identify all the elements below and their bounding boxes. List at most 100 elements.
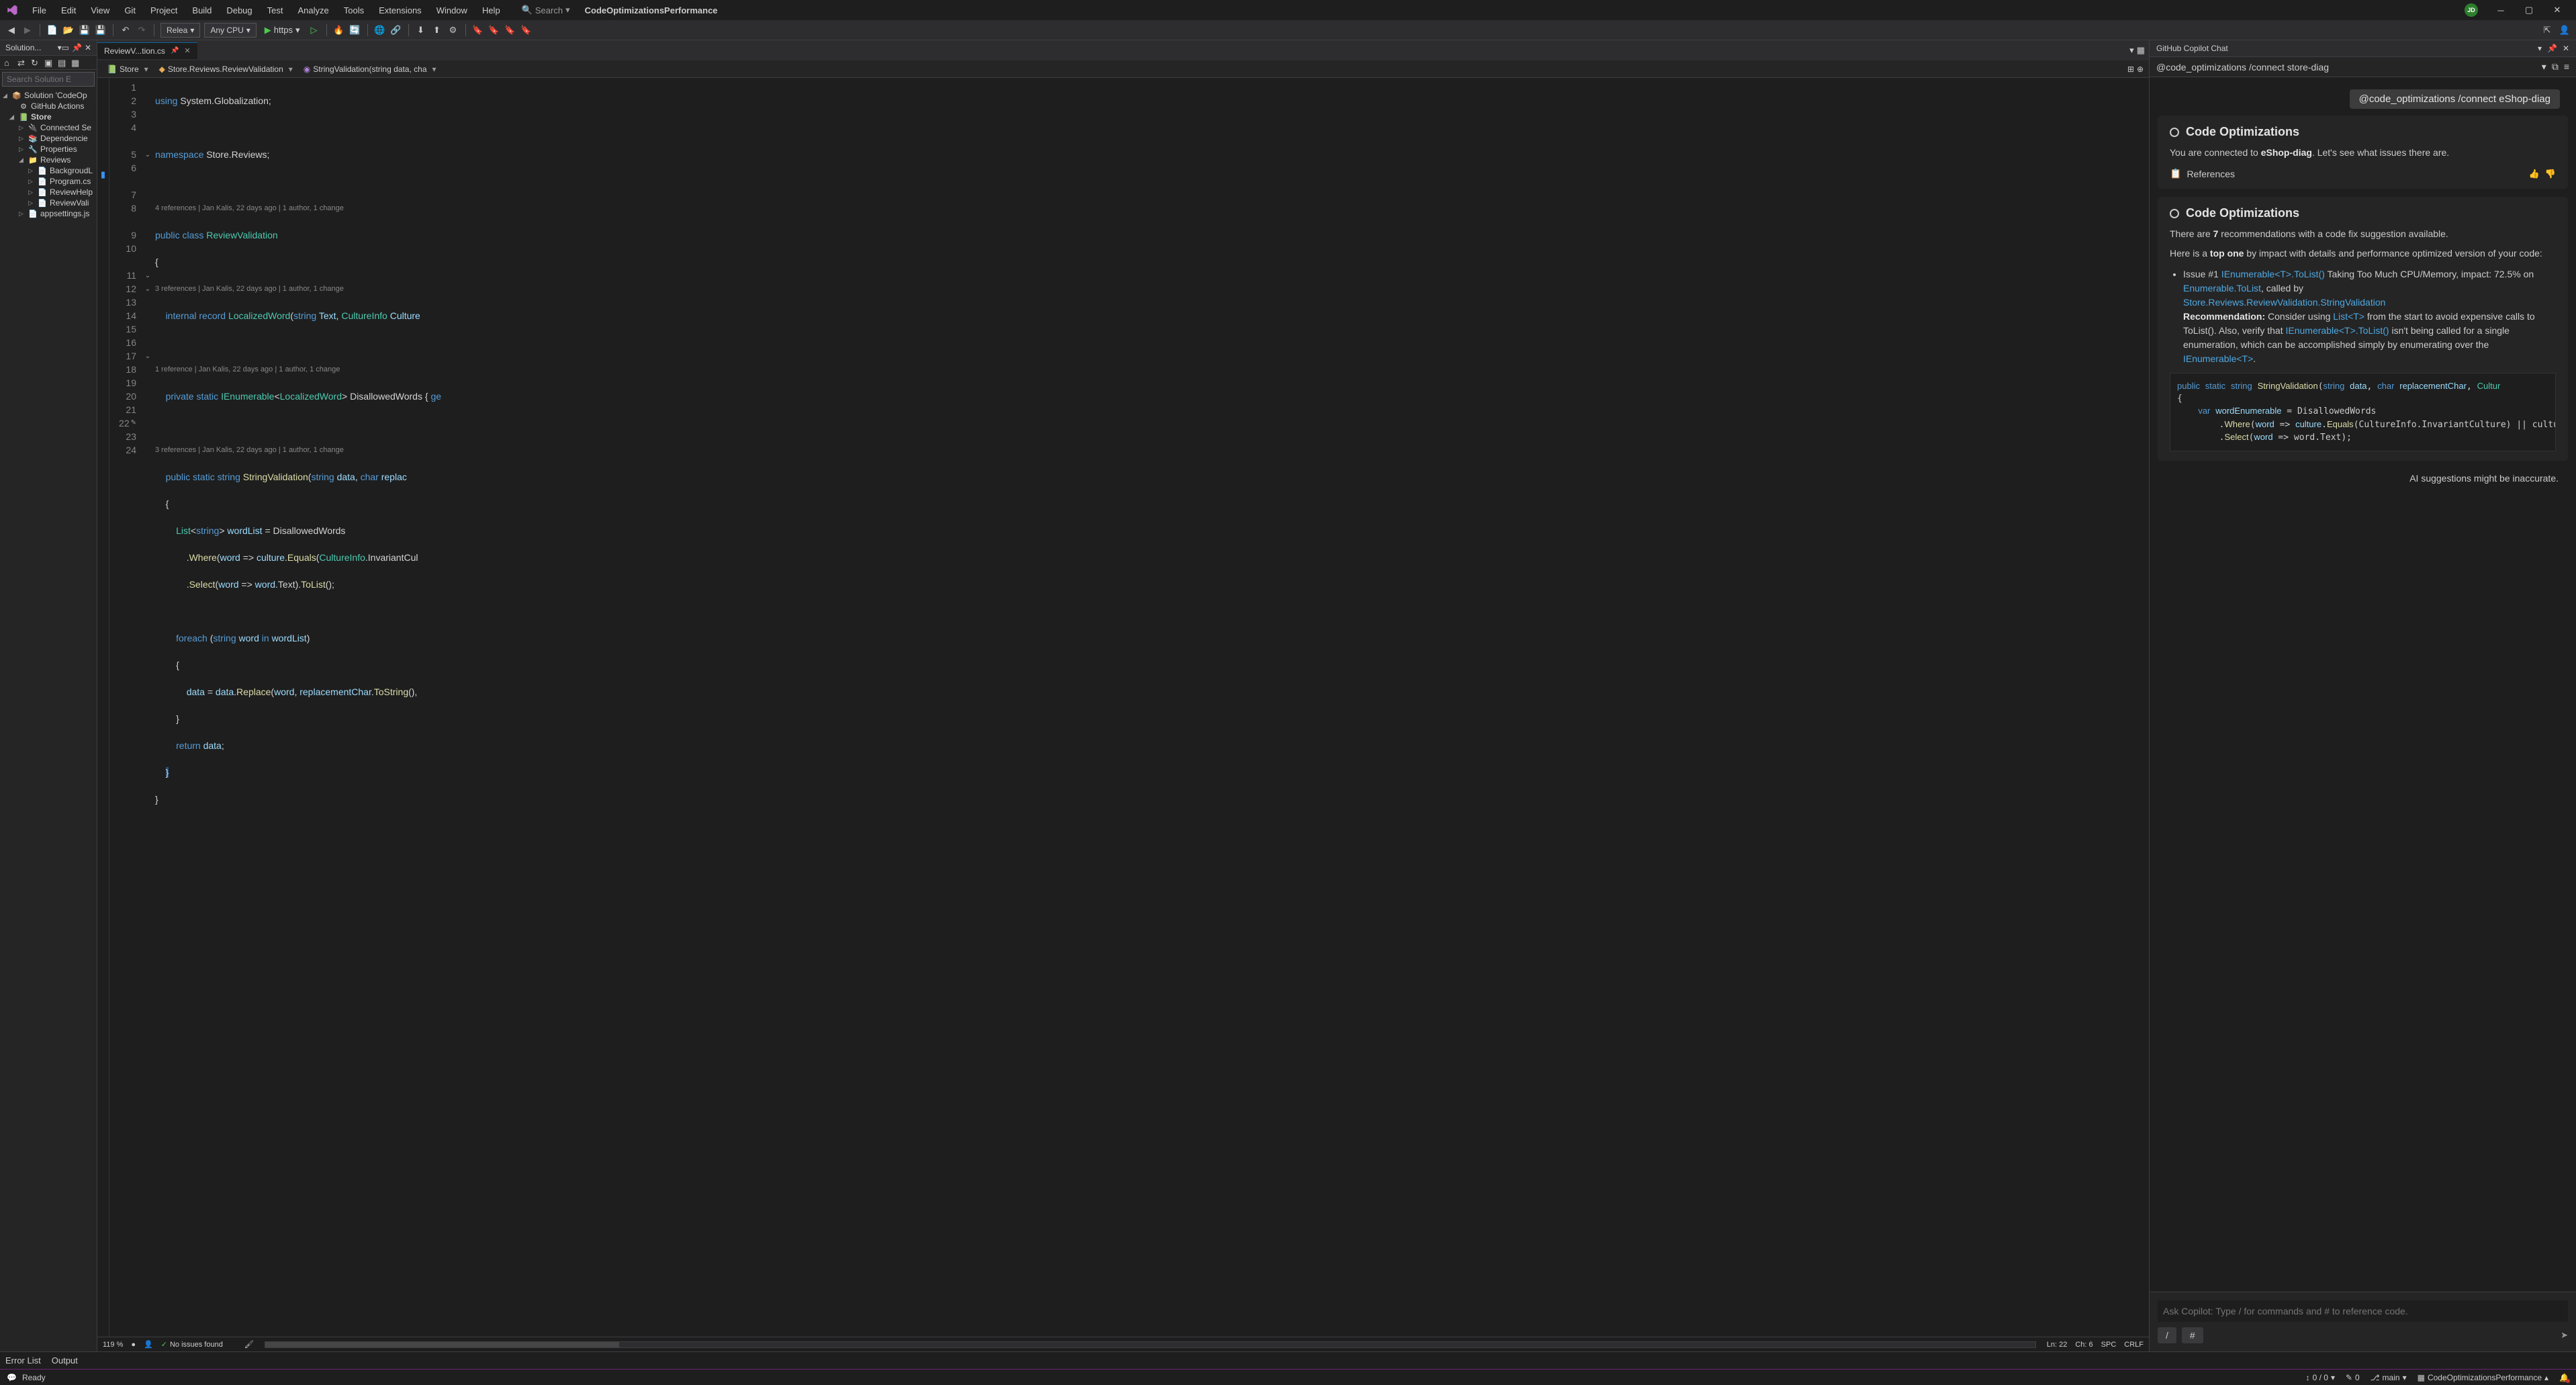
save-icon[interactable]: 💾 xyxy=(79,24,91,36)
slash-hint-button[interactable]: / xyxy=(2158,1327,2176,1343)
breadcrumb-method[interactable]: ◉StringValidation(string data, cha▾ xyxy=(300,63,441,75)
props-icon[interactable]: ▦ xyxy=(71,58,81,67)
reviewhelp-file-node[interactable]: ▷📄ReviewHelp xyxy=(0,187,97,197)
solution-node[interactable]: ◢📦Solution 'CodeOp xyxy=(0,90,97,101)
menu-git[interactable]: Git xyxy=(118,3,142,18)
copilot-input[interactable] xyxy=(2158,1300,2568,1322)
bookmark2-icon[interactable]: 🔖 xyxy=(488,24,500,36)
share-icon[interactable]: ⇱ xyxy=(2541,24,2553,36)
breadcrumb-project[interactable]: 📗Store▾ xyxy=(103,63,152,75)
bookmark3-icon[interactable]: 🔖 xyxy=(504,24,516,36)
code-editor[interactable]: ▮ 1234 56 78 910 11121314151617181920212… xyxy=(97,78,2149,1337)
reviewvali-file-node[interactable]: ▷📄ReviewVali xyxy=(0,197,97,208)
undo-icon[interactable]: ↶ xyxy=(120,24,132,36)
menu-extensions[interactable]: Extensions xyxy=(372,3,428,18)
pin-icon[interactable]: 📌 xyxy=(72,43,82,52)
code-text[interactable]: using System.Globalization; namespace St… xyxy=(152,78,2149,1337)
bookmark-icon[interactable]: 🔖 xyxy=(472,24,484,36)
branch-indicator[interactable]: ⎇main▾ xyxy=(2371,1373,2407,1382)
nav-back-icon[interactable]: ◀ xyxy=(5,24,17,36)
send-icon[interactable]: ➤ xyxy=(2561,1330,2568,1341)
menu-window[interactable]: Window xyxy=(430,3,474,18)
close-button[interactable]: ✕ xyxy=(2544,0,2571,20)
thumbs-down-icon[interactable]: 👎 xyxy=(2545,169,2556,179)
split-icon[interactable]: ⊞ xyxy=(2127,64,2134,74)
error-list-tab[interactable]: Error List xyxy=(5,1355,41,1366)
properties-node[interactable]: ▷🔧Properties xyxy=(0,144,97,154)
config2-icon[interactable]: ⚙ xyxy=(447,24,459,36)
play-no-debug-icon[interactable]: ▷ xyxy=(308,24,320,36)
menu-help[interactable]: Help xyxy=(475,3,507,18)
open-icon[interactable]: 📂 xyxy=(62,24,75,36)
show-icon[interactable]: ▤ xyxy=(58,58,67,67)
api-link[interactable]: IEnumerable<T>.ToList() xyxy=(2221,269,2325,279)
config-dropdown[interactable]: Relea ▾ xyxy=(160,23,200,38)
brush-icon[interactable]: 🖌 xyxy=(244,1340,254,1349)
account-icon[interactable]: 👤 xyxy=(2559,24,2571,36)
api-link-6[interactable]: IEnumerable<T> xyxy=(2183,353,2253,364)
nav-position[interactable]: ↕0 / 0▾ xyxy=(2306,1373,2335,1382)
save-all-icon[interactable]: 💾 xyxy=(95,24,107,36)
menu-tools[interactable]: Tools xyxy=(337,3,371,18)
global-search[interactable]: 🔍 Search ▾ xyxy=(522,5,570,15)
user-avatar[interactable]: JD xyxy=(2465,3,2478,17)
home-icon[interactable]: ⌂ xyxy=(4,58,13,67)
codelens-class[interactable]: 4 references | Jan Kalis, 22 days ago | … xyxy=(152,202,2149,215)
window-icon[interactable]: ▭ xyxy=(62,43,69,52)
popout-icon[interactable]: ⧉ xyxy=(2552,61,2559,73)
menu-edit[interactable]: Edit xyxy=(54,3,83,18)
bookmark4-icon[interactable]: 🔖 xyxy=(520,24,533,36)
switch-icon[interactable]: ⇄ xyxy=(17,58,27,67)
nav-fwd-icon[interactable]: ▶ xyxy=(21,24,34,36)
more-icon[interactable]: ⊕ xyxy=(2137,64,2144,74)
close-icon[interactable]: ✕ xyxy=(2563,44,2569,53)
api-link-5[interactable]: IEnumerable<T>.ToList() xyxy=(2286,325,2389,336)
pin-icon[interactable]: 📌 xyxy=(171,47,179,54)
run-button[interactable]: ▶https ▾ xyxy=(261,24,304,37)
chevron-down-icon[interactable]: ▾ xyxy=(2129,45,2134,56)
thumbs-up-icon[interactable]: 👍 xyxy=(2529,169,2540,179)
editor-tab-active[interactable]: ReviewV...tion.cs 📌 ✕ xyxy=(97,42,197,59)
notifications-icon[interactable]: 🔔 xyxy=(2559,1373,2569,1382)
step2-icon[interactable]: ⬆ xyxy=(431,24,443,36)
list-icon[interactable]: ≡ xyxy=(2564,61,2569,73)
chevron-down-icon[interactable]: ▾ xyxy=(2538,44,2542,53)
menu-debug[interactable]: Debug xyxy=(220,3,259,18)
codelens-record[interactable]: 3 references | Jan Kalis, 22 days ago | … xyxy=(152,282,2149,296)
output-tab[interactable]: Output xyxy=(52,1355,78,1366)
repo-indicator[interactable]: ▦CodeOptimizationsPerformance▴ xyxy=(2418,1373,2548,1382)
hash-hint-button[interactable]: # xyxy=(2182,1327,2203,1343)
horizontal-scrollbar[interactable] xyxy=(265,1341,2036,1348)
menu-file[interactable]: File xyxy=(26,3,53,18)
appsettings-file-node[interactable]: ▷📄appsettings.js xyxy=(0,208,97,219)
refresh-icon[interactable]: 🔄 xyxy=(349,24,361,36)
menu-analyze[interactable]: Analyze xyxy=(291,3,335,18)
solution-search-input[interactable] xyxy=(2,72,95,87)
spaces-indicator[interactable]: SPC xyxy=(2101,1341,2117,1349)
store-project-node[interactable]: ◢📗Store xyxy=(0,111,97,122)
collapse-icon[interactable]: ▣ xyxy=(44,58,54,67)
tab-close-icon[interactable]: ✕ xyxy=(184,46,190,55)
menu-test[interactable]: Test xyxy=(261,3,290,18)
codelens-method[interactable]: 3 references | Jan Kalis, 22 days ago | … xyxy=(152,443,2149,457)
pending-changes[interactable]: ✎0 xyxy=(2346,1373,2360,1382)
api-link-3[interactable]: Store.Reviews.ReviewValidation.StringVal… xyxy=(2183,297,2385,308)
platform-dropdown[interactable]: Any CPU ▾ xyxy=(204,23,256,38)
dependencies-node[interactable]: ▷📚Dependencie xyxy=(0,133,97,144)
menu-view[interactable]: View xyxy=(84,3,116,18)
maximize-button[interactable]: ▢ xyxy=(2516,0,2542,20)
step-icon[interactable]: ⬇ xyxy=(415,24,427,36)
breadcrumb-class[interactable]: ◆Store.Reviews.ReviewValidation▾ xyxy=(155,63,297,75)
github-actions-node[interactable]: ⚙GitHub Actions xyxy=(0,101,97,111)
new-icon[interactable]: 📄 xyxy=(46,24,58,36)
connected-services-node[interactable]: ▷🔌Connected Se xyxy=(0,122,97,133)
reviews-folder-node[interactable]: ◢📁Reviews xyxy=(0,154,97,165)
api-link-2[interactable]: Enumerable.ToList xyxy=(2183,283,2261,294)
background-file-node[interactable]: ▷📄BackgroudL xyxy=(0,165,97,176)
codelens-field[interactable]: 1 reference | Jan Kalis, 22 days ago | 1… xyxy=(152,363,2149,376)
api-link-4[interactable]: List<T> xyxy=(2333,311,2364,322)
minimize-button[interactable]: ─ xyxy=(2487,0,2514,20)
menu-build[interactable]: Build xyxy=(185,3,218,18)
zoom-level[interactable]: 119 % xyxy=(103,1341,123,1349)
window-layout-icon[interactable]: ▦ xyxy=(2137,45,2145,56)
